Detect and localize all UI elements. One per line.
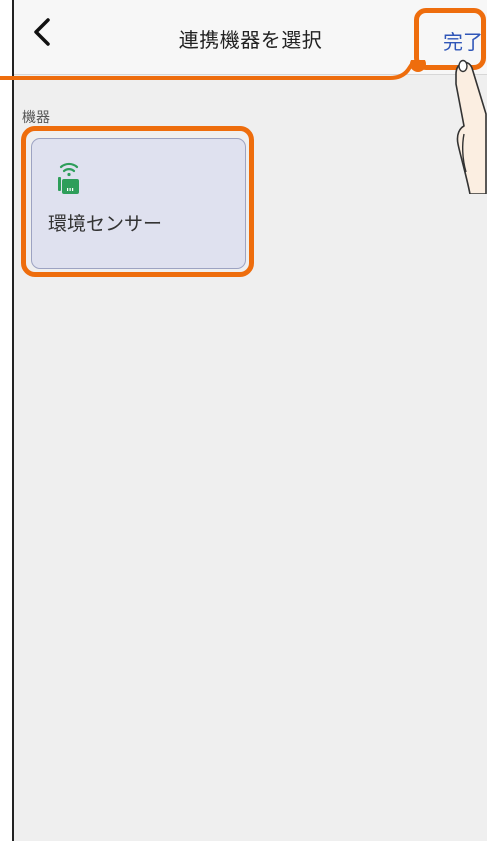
section-label-devices: 機器 [22, 110, 50, 126]
device-card-environment-sensor[interactable]: 環境センサー [31, 138, 246, 269]
page-title: 連携機器を選択 [178, 28, 323, 52]
done-button[interactable]: 完了 [443, 26, 483, 55]
device-name: 環境センサー [48, 213, 163, 235]
app-screen: 連携機器を選択 完了 機器 環境センサー [12, 0, 487, 841]
environment-sensor-icon [58, 162, 79, 194]
navigation-header: 連携機器を選択 完了 [14, 0, 487, 75]
